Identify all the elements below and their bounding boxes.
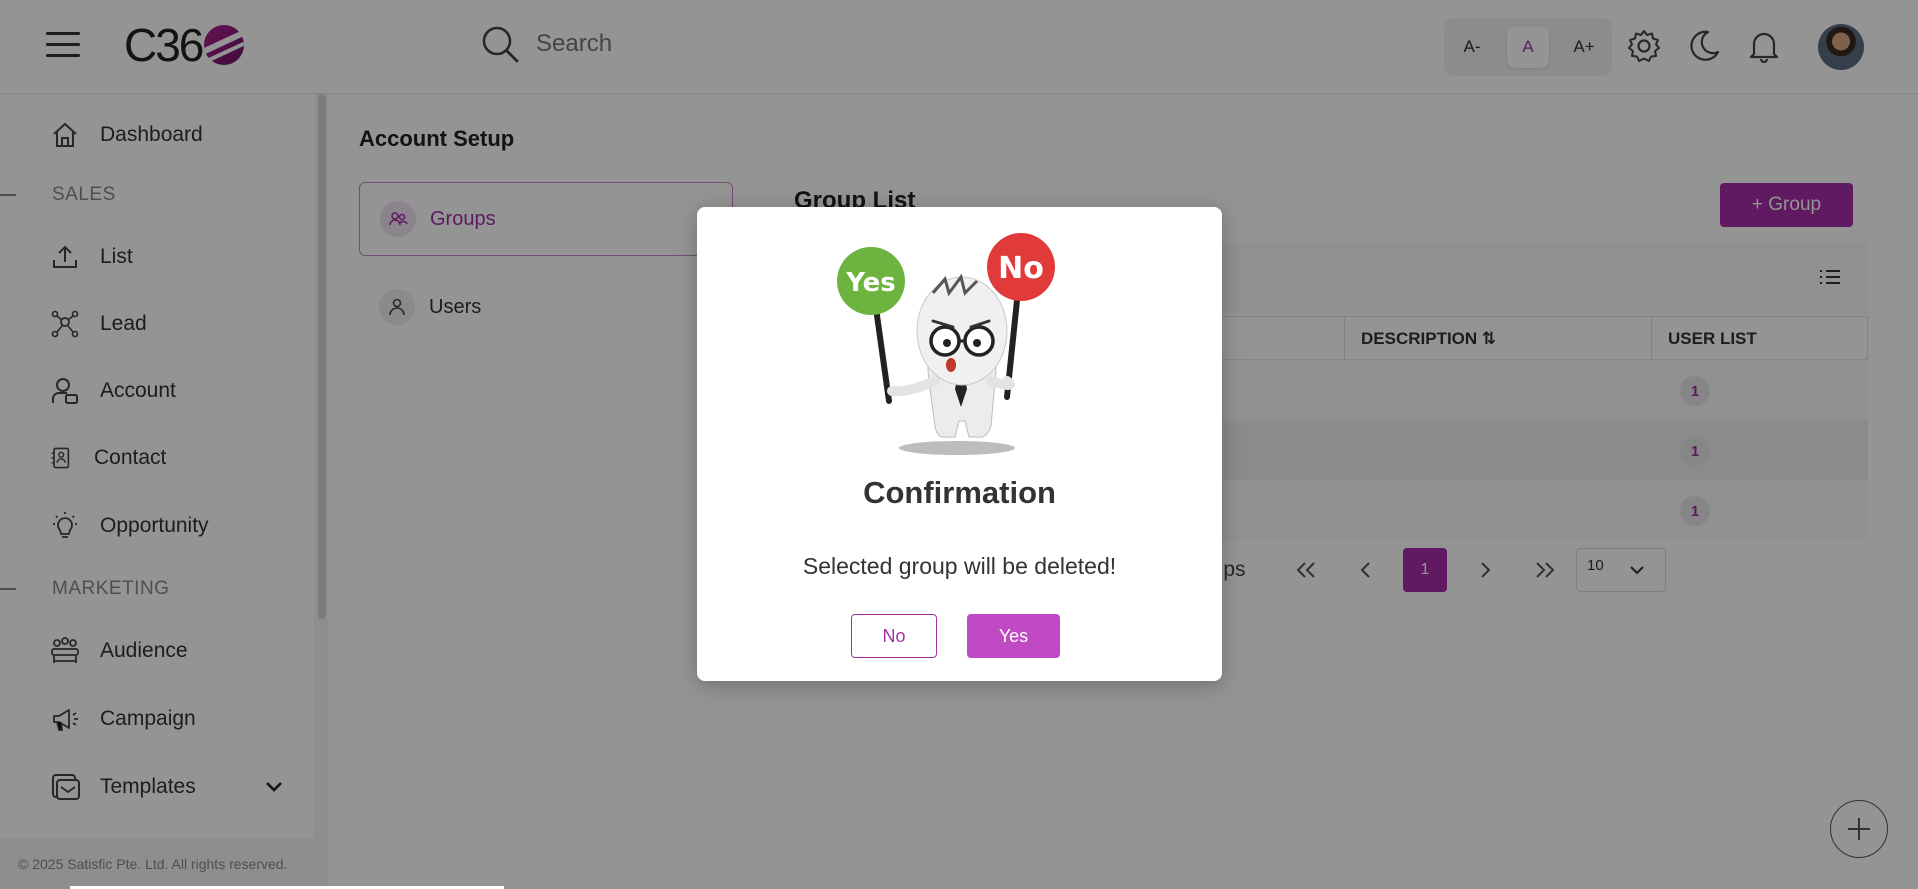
dialog-title: Confirmation xyxy=(863,475,1056,510)
yes-sign-text: Yes xyxy=(845,268,896,298)
yes-button[interactable]: Yes xyxy=(967,614,1060,658)
confirmation-dialog: Yes No Confirmation Selected group will … xyxy=(697,207,1222,681)
yes-no-mascot-illustration: Yes No xyxy=(837,233,1055,455)
no-button[interactable]: No xyxy=(851,614,937,658)
dialog-message: Selected group will be deleted! xyxy=(802,553,1117,579)
no-sign-text: No xyxy=(998,251,1044,286)
